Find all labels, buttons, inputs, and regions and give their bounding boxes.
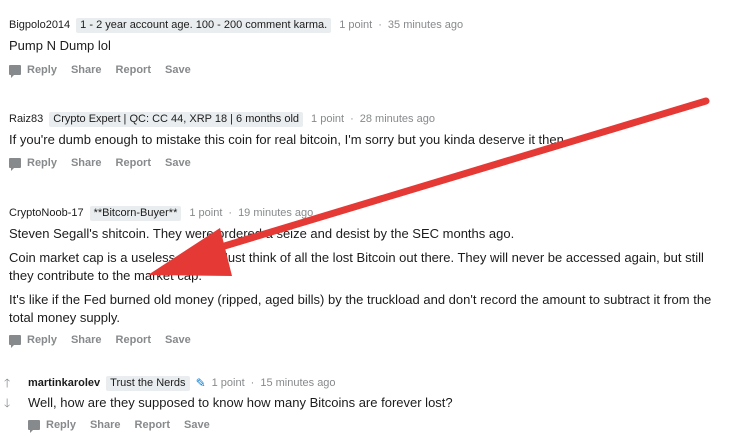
comment-points: 1 point xyxy=(189,207,223,219)
reply-label: Reply xyxy=(27,334,57,346)
reply-button[interactable]: Reply xyxy=(9,334,57,348)
save-button[interactable]: Save xyxy=(165,64,191,76)
comment-author[interactable]: Bigpolo2014 xyxy=(9,19,70,31)
speech-bubble-icon xyxy=(28,420,40,433)
share-button[interactable]: Share xyxy=(71,157,102,169)
meta-separator: · xyxy=(378,19,382,31)
save-button[interactable]: Save xyxy=(165,157,191,169)
comment-paragraph: Coin market cap is a useless metric. Jus… xyxy=(9,250,704,283)
share-button[interactable]: Share xyxy=(71,334,102,346)
user-flair: **Bitcorn-Buyer** xyxy=(89,205,182,221)
save-button[interactable]: Save xyxy=(184,419,210,431)
comment-points: 1 point xyxy=(211,377,245,389)
comment-timestamp[interactable]: 19 minutes ago xyxy=(238,207,313,219)
reply-button[interactable]: Reply xyxy=(28,419,76,433)
comment-actions: Reply Share Report Save xyxy=(9,154,736,172)
comment-paragraph: Well, how are they supposed to know how … xyxy=(28,395,453,410)
user-flair: 1 - 2 year account age. 100 - 200 commen… xyxy=(76,17,332,33)
comment-meta: Raiz83 Crypto Expert | QC: CC 44, XRP 18… xyxy=(9,111,736,127)
speech-bubble-icon xyxy=(9,335,21,348)
share-button[interactable]: Share xyxy=(90,419,121,431)
reply-label: Reply xyxy=(27,64,57,76)
meta-separator: · xyxy=(228,207,233,219)
comment-actions: Reply Share Report Save xyxy=(28,416,736,434)
comment-author[interactable]: martinkarolev xyxy=(28,377,100,389)
comment-body: If you're dumb enough to mistake this co… xyxy=(9,131,736,149)
report-button[interactable]: Report xyxy=(116,157,151,169)
comment-author[interactable]: CryptoNoob-17 xyxy=(9,207,84,219)
comment-actions: Reply Share Report Save xyxy=(9,331,736,349)
comment-body: Well, how are they supposed to know how … xyxy=(28,394,736,412)
report-button[interactable]: Report xyxy=(116,64,151,76)
reply-button[interactable]: Reply xyxy=(9,157,57,171)
pencil-icon: ✎ xyxy=(195,376,206,390)
comment-paragraph: Pump N Dump lol xyxy=(9,38,111,53)
user-flair: Trust the Nerds xyxy=(106,375,190,391)
comment-author[interactable]: Raiz83 xyxy=(9,113,43,125)
comment-meta: martinkarolev Trust the Nerds ✎ 1 point … xyxy=(28,375,736,391)
reply-button[interactable]: Reply xyxy=(9,64,57,78)
comment-timestamp[interactable]: 15 minutes ago xyxy=(260,377,335,389)
meta-separator: · xyxy=(350,113,354,125)
comment-2: Raiz83 Crypto Expert | QC: CC 44, XRP 18… xyxy=(0,111,736,172)
speech-bubble-icon xyxy=(9,65,21,78)
comment-body: Steven Segall's shitcoin. They were orde… xyxy=(9,225,729,327)
comment-timestamp[interactable]: 35 minutes ago xyxy=(388,19,463,31)
comment-body: Pump N Dump lol xyxy=(9,37,736,55)
comment-3: CryptoNoob-17 **Bitcorn-Buyer** 1 point … xyxy=(0,205,736,349)
comment-timestamp[interactable]: 28 minutes ago xyxy=(360,113,435,125)
meta-separator: · xyxy=(250,377,255,389)
share-button[interactable]: Share xyxy=(71,64,102,76)
comment-meta: Bigpolo2014 1 - 2 year account age. 100 … xyxy=(9,17,736,33)
comment-paragraph: It's like if the Fed burned old money (r… xyxy=(9,292,712,325)
speech-bubble-icon xyxy=(9,158,21,171)
report-button[interactable]: Report xyxy=(135,419,170,431)
reply-label: Reply xyxy=(27,157,57,169)
comment-paragraph: Steven Segall's shitcoin. They were orde… xyxy=(9,226,515,241)
comment-meta: CryptoNoob-17 **Bitcorn-Buyer** 1 point … xyxy=(9,205,736,221)
save-button[interactable]: Save xyxy=(165,334,191,346)
comment-actions: Reply Share Report Save xyxy=(9,61,736,79)
comment-1: Bigpolo2014 1 - 2 year account age. 100 … xyxy=(0,17,736,79)
comment-points: 1 point xyxy=(339,19,373,31)
user-flair: Crypto Expert | QC: CC 44, XRP 18 | 6 mo… xyxy=(49,111,304,127)
comment-4: martinkarolev Trust the Nerds ✎ 1 point … xyxy=(0,375,736,434)
reply-label: Reply xyxy=(46,419,76,431)
comment-points: 1 point xyxy=(311,113,345,125)
comment-paragraph: If you're dumb enough to mistake this co… xyxy=(9,132,564,147)
report-button[interactable]: Report xyxy=(116,334,151,346)
